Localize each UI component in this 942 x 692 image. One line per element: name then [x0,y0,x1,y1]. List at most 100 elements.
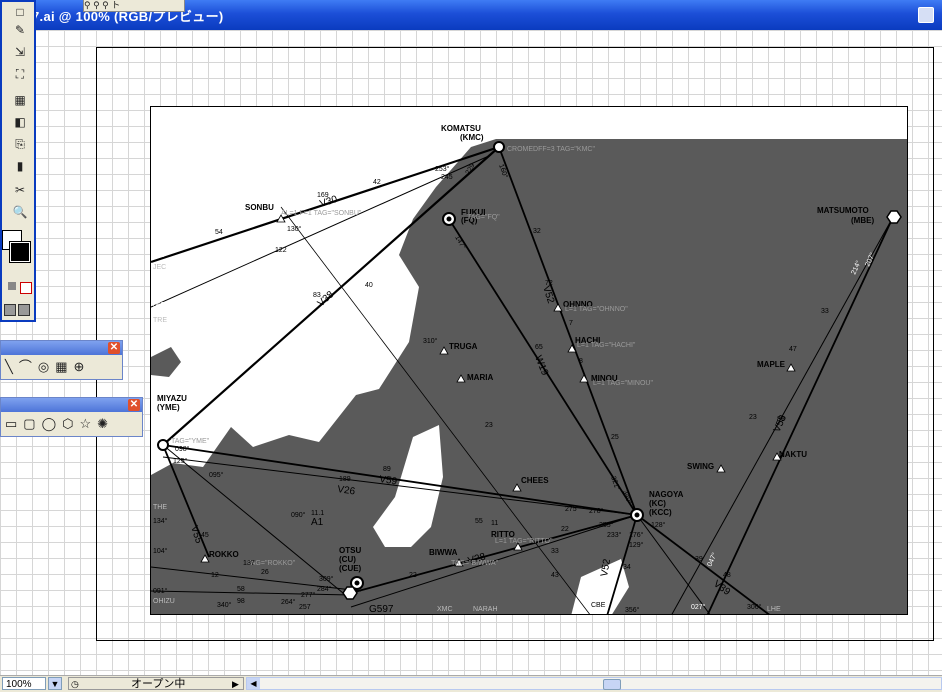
svg-text:065°: 065° [153,301,168,309]
svg-text:125°: 125° [173,457,188,465]
polar-grid-tool-icon[interactable]: ⊕ [73,358,84,376]
zoom-tool-icon[interactable]: 🔍 [12,204,28,220]
clock-icon: ◷ [71,679,79,689]
svg-text:TAG="YME": TAG="YME" [171,438,210,445]
svg-text:11: 11 [491,520,498,527]
svg-text:OHIZU: OHIZU [153,598,175,605]
svg-text:309°: 309° [319,575,334,583]
status-menu[interactable]: ◷ オープン中 [68,677,244,690]
rectangle-tool-icon[interactable]: □ [12,4,28,20]
svg-text:278°: 278° [589,507,604,515]
fix-swing: SWING [687,462,714,471]
svg-text:073°: 073° [153,251,168,259]
svg-text:137: 137 [243,560,255,567]
fix-miyazu: MIYAZU [157,394,187,403]
close-icon[interactable]: ✕ [108,342,120,354]
svg-text:89: 89 [383,466,391,473]
arc-tool-icon[interactable]: ⌒ [19,358,32,376]
svg-text:233°: 233° [607,531,622,539]
svg-text:(CUE): (CUE) [339,564,362,573]
grid-tool-icon[interactable]: ▦ [55,358,67,376]
spiral-tool-icon[interactable]: ◎ [38,358,49,376]
full-screen-mode-icon[interactable] [18,304,30,316]
svg-text:55: 55 [475,518,483,525]
svg-text:245: 245 [441,174,453,181]
fix-naktu: NAKTU [779,450,807,459]
svg-text:CBE: CBE [591,602,606,609]
palette-title-bar[interactable]: ✕ [1,341,122,355]
svg-text:33: 33 [551,548,559,555]
fix-otsu: OTSU [339,546,361,555]
scroll-left-icon[interactable]: ◀ [247,678,260,689]
scroll-thumb[interactable] [603,679,621,690]
horizontal-scrollbar[interactable]: ◀ [246,677,942,690]
svg-text:027°: 027° [691,603,706,611]
svg-text:83: 83 [313,292,321,299]
zoom-level-field[interactable]: 100% [2,677,46,690]
fix-truga: TRUGA [449,342,478,351]
svg-text:098°: 098° [175,445,190,453]
svg-text:65: 65 [535,344,543,351]
svg-text:22: 22 [561,526,569,533]
svg-text:42: 42 [373,179,381,186]
stroke-swatch-icon[interactable] [9,241,31,263]
svg-text:22: 22 [409,572,417,579]
gradient-tool-icon[interactable]: ◧ [12,114,28,130]
svg-text:47: 47 [789,346,797,353]
pencil-tool-icon[interactable]: ✎ [12,22,28,38]
svg-text:25: 25 [611,434,619,441]
window-minimize-button[interactable] [918,7,934,23]
star-tool-icon[interactable]: ☆ [80,415,92,433]
svg-text:284°: 284° [317,585,332,593]
rounded-rectangle-tool-icon[interactable]: ▢ [23,415,35,433]
screen-mode-icon[interactable] [4,304,16,316]
mini-toolbar[interactable]: ⚲ ⚲ ⚲ ト [83,0,185,12]
svg-text:277°: 277° [301,591,316,599]
svg-text:TAG="BIWWA": TAG="BIWWA" [451,560,499,567]
scissors-tool-icon[interactable]: ✂ [12,182,28,198]
svg-text:340°: 340° [217,601,232,609]
live-paint-tool-icon[interactable]: ▮ [12,158,28,174]
polygon-tool-icon[interactable]: ⬡ [62,415,73,433]
svg-text:176°: 176° [629,531,644,539]
svg-text:58: 58 [237,586,245,593]
svg-text:48: 48 [723,572,731,579]
svg-text:275°: 275° [565,505,580,513]
scale-tool-icon[interactable]: ⇲ [12,44,28,60]
fix-nagoya: NAGOYA [649,490,684,499]
svg-text:33: 33 [821,308,829,315]
svg-text:LHE: LHE [767,606,781,613]
svg-text:40: 40 [365,282,373,289]
ellipse-tool-icon[interactable]: ◯ [42,415,57,433]
svg-text:NARAH: NARAH [473,606,498,613]
free-transform-tool-icon[interactable]: ⛶ [12,66,28,82]
chevron-down-icon[interactable]: ▼ [48,677,62,690]
svg-text:L=1 TAG="MINOU": L=1 TAG="MINOU" [593,380,653,387]
color-mode-icon[interactable] [8,282,16,290]
svg-text:89: 89 [777,416,785,423]
svg-text:8: 8 [579,358,583,365]
svg-text:11.1: 11.1 [311,510,324,517]
svg-text:JEC: JEC [153,264,166,271]
svg-text:255°: 255° [599,521,614,529]
status-arrow-icon[interactable]: ▶ [232,676,239,692]
line-segment-tool-icon[interactable]: ╲ [5,358,13,376]
graph-tool-icon[interactable]: ▦ [12,92,28,108]
svg-text:264°: 264° [281,598,296,606]
flare-tool-icon[interactable]: ✺ [97,415,108,433]
shape-tools-palette: ✕ ▭ ▢ ◯ ⬡ ☆ ✺ [0,397,143,437]
svg-text:(YME): (YME) [157,403,180,412]
close-icon[interactable]: ✕ [128,399,140,411]
svg-text:45: 45 [201,532,209,539]
svg-text:34: 34 [623,564,631,571]
palette-title-bar[interactable]: ✕ [1,398,142,412]
svg-text:XMC: XMC [437,606,453,613]
svg-text:26: 26 [261,569,269,576]
blend-tool-icon[interactable]: ⎘ [12,136,28,152]
svg-text:32: 32 [533,228,541,235]
none-swatch-icon[interactable] [20,282,32,294]
rectangle-tool-icon[interactable]: ▭ [5,415,17,433]
fix-rokko: ROKKO [209,550,239,559]
aeronautical-chart-artwork[interactable]: KOMATSU (KMC) FUKUI (FQ) MATSUMOTO (MBE)… [150,106,908,615]
status-bar: 100% ▼ ◷ オープン中 ▶ ◀ [0,675,942,692]
